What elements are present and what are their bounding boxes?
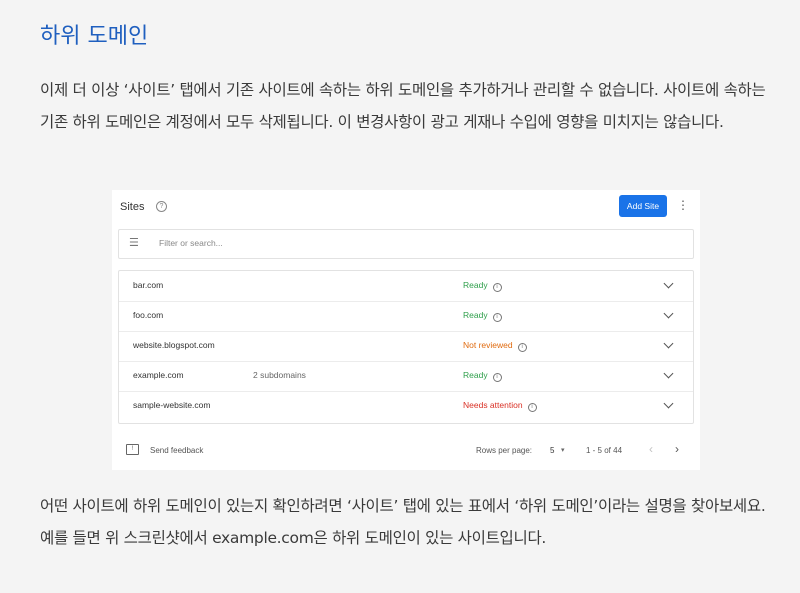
site-row[interactable]: bar.com Ready i — [119, 271, 693, 302]
site-domain: bar.com — [133, 280, 164, 290]
info-icon[interactable]: i — [492, 313, 502, 322]
site-domain: website.blogspot.com — [133, 340, 215, 350]
status-needs-attention: Needs attention i — [463, 400, 537, 412]
feedback-icon[interactable]: ! — [126, 444, 139, 455]
explanation-paragraph: 어떤 사이트에 하위 도메인이 있는지 확인하려면 ‘사이트’ 탭에 있는 표에… — [40, 497, 766, 547]
more-vert-icon[interactable]: ⋮ — [677, 199, 689, 211]
chevron-down-icon[interactable] — [663, 338, 674, 349]
chevron-down-icon[interactable] — [663, 278, 674, 289]
add-site-button[interactable]: Add Site — [619, 195, 667, 217]
site-domain: foo.com — [133, 310, 164, 320]
site-row[interactable]: example.com 2 subdomains Ready i — [119, 361, 693, 392]
rows-per-page-select[interactable]: 5 — [550, 446, 554, 455]
filter-input[interactable] — [159, 236, 459, 250]
intro-paragraph: 이제 더 이상 ‘사이트’ 탭에서 기존 사이트에 속하는 하위 도메인을 추가… — [40, 81, 766, 131]
rows-per-page-label: Rows per page: — [476, 446, 533, 455]
caret-down-icon[interactable]: ▾ — [561, 446, 565, 454]
status-ready: Ready i — [463, 280, 502, 292]
info-icon[interactable]: i — [527, 403, 537, 412]
filter-bar[interactable]: ☰ — [118, 229, 694, 259]
info-icon[interactable]: i — [492, 283, 502, 292]
site-row[interactable]: sample-website.com Needs attention i — [119, 391, 693, 421]
site-domain: sample-website.com — [133, 400, 211, 410]
subdomain-count: 2 subdomains — [253, 370, 306, 380]
chevron-left-icon[interactable]: ‹ — [649, 443, 653, 455]
site-list: bar.com Ready i foo.com Ready i website.bl… — [118, 270, 694, 424]
chevron-down-icon[interactable] — [663, 308, 674, 319]
status-ready: Ready i — [463, 370, 502, 382]
chevron-down-icon[interactable] — [663, 368, 674, 379]
send-feedback-link[interactable]: Send feedback — [150, 446, 203, 455]
sites-screenshot: Sites ? Add Site ⋮ ☰ bar.com Readyi foo.… — [112, 190, 700, 470]
table-footer: ! Send feedback Rows per page: 5 ▾ 1 - 5… — [112, 440, 700, 464]
chevron-right-icon[interactable]: › — [675, 443, 679, 455]
site-row[interactable]: foo.com Ready i — [119, 301, 693, 332]
filter-icon: ☰ — [129, 237, 139, 249]
section-heading: 하위 도메인 — [40, 24, 149, 49]
info-icon[interactable]: i — [492, 373, 502, 382]
pagination-range: 1 - 5 of 44 — [586, 446, 623, 455]
sites-title: Sites — [120, 201, 145, 213]
help-icon[interactable]: ? — [156, 201, 167, 212]
info-icon[interactable]: i — [517, 343, 527, 352]
chevron-down-icon[interactable] — [663, 398, 674, 409]
site-row[interactable]: website.blogspot.com Not reviewed i — [119, 331, 693, 362]
site-domain: example.com — [133, 370, 184, 380]
status-not-reviewed: Not reviewed i — [463, 340, 527, 352]
status-ready: Ready i — [463, 310, 502, 322]
